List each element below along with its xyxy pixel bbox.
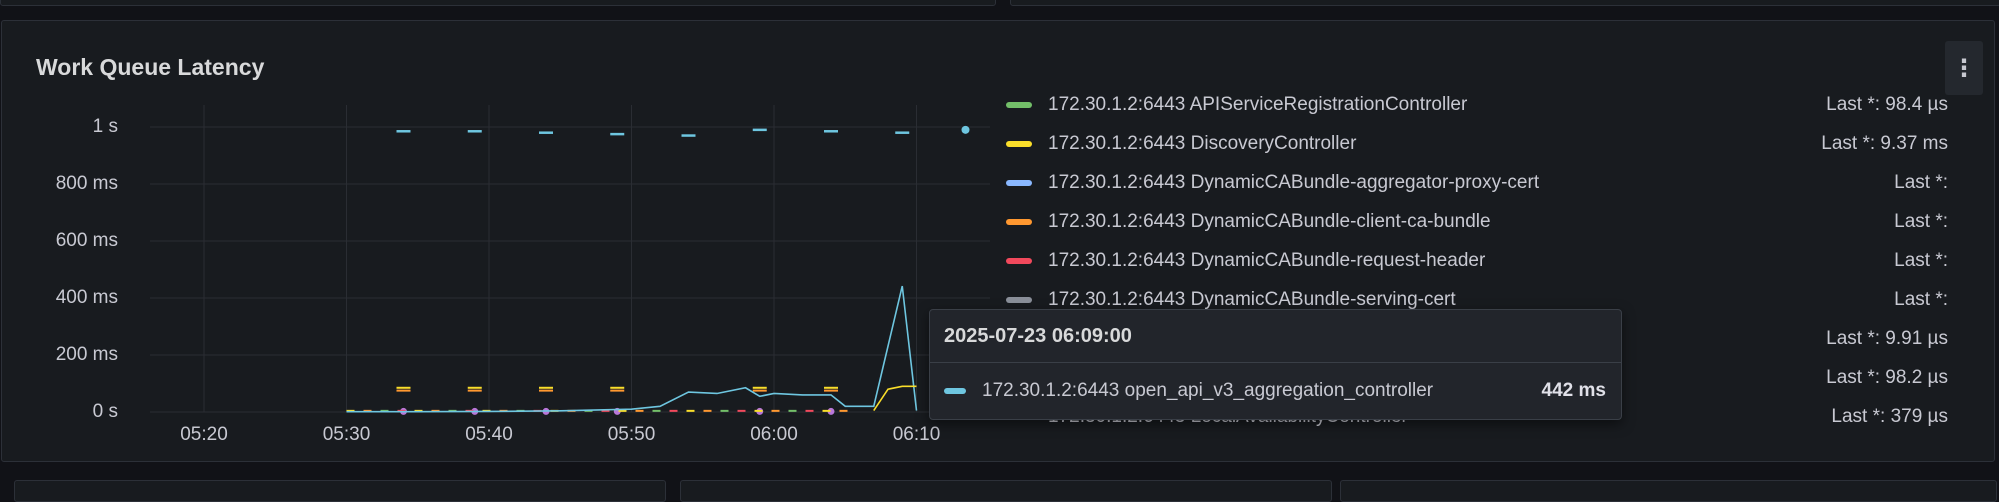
legend-last-value: Last *: [1894,250,1948,272]
x-tick-label: 05:20 [159,424,249,446]
tooltip-time: 2025-07-23 06:09:00 [944,325,1132,348]
legend-color-swatch [1006,219,1032,225]
series-line-discovery [874,386,917,410]
x-tick-label: 05:50 [587,424,677,446]
y-tick-label: 400 ms [0,287,118,309]
legend-color-swatch [1006,297,1032,303]
legend-item[interactable]: 172.30.1.2:6443 DynamicCABundle-aggregat… [1000,167,1948,199]
legend-last-value: Last *: [1894,289,1948,311]
legend-color-swatch [1006,258,1032,264]
legend-series-name: 172.30.1.2:6443 DynamicCABundle-serving-… [1048,289,1894,311]
y-tick-label: 800 ms [0,173,118,195]
x-tick-label: 06:00 [729,424,819,446]
legend-series-name: 172.30.1.2:6443 DynamicCABundle-request-… [1048,250,1894,272]
legend-color-swatch [1006,102,1032,108]
upper-series-point [962,126,970,134]
y-tick-label: 600 ms [0,230,118,252]
hover-tooltip: 2025-07-23 06:09:00 172.30.1.2:6443 open… [929,309,1622,420]
legend-item[interactable]: 172.30.1.2:6443 DynamicCABundle-request-… [1000,245,1948,277]
tooltip-row: 172.30.1.2:6443 open_api_v3_aggregation_… [944,380,1606,402]
legend-last-value: Last *: [1894,211,1948,233]
legend-last-value: Last *: 379 µs [1831,406,1948,428]
legend-last-value: Last *: 98.4 µs [1826,94,1948,116]
legend-series-name: 172.30.1.2:6443 DynamicCABundle-client-c… [1048,211,1894,233]
legend-last-value: Last *: [1894,172,1948,194]
legend-last-value: Last *: 98.2 µs [1826,367,1948,389]
y-tick-label: 0 s [0,401,118,423]
legend-series-name: 172.30.1.2:6443 DynamicCABundle-aggregat… [1048,172,1894,194]
x-tick-label: 05:30 [302,424,392,446]
tooltip-divider [930,362,1621,363]
legend-last-value: Last *: 9.37 ms [1821,133,1948,155]
legend-last-value: Last *: 9.91 µs [1826,328,1948,350]
x-tick-label: 06:10 [872,424,962,446]
tooltip-value: 442 ms [1542,380,1606,402]
series-color-swatch [944,388,966,394]
legend-color-swatch [1006,141,1032,147]
y-tick-label: 1 s [0,116,118,138]
legend-item[interactable]: 172.30.1.2:6443 APIServiceRegistrationCo… [1000,89,1948,121]
legend-series-name: 172.30.1.2:6443 APIServiceRegistrationCo… [1048,94,1826,116]
y-tick-label: 200 ms [0,344,118,366]
legend-color-swatch [1006,180,1032,186]
legend-item[interactable]: 172.30.1.2:6443 DynamicCABundle-client-c… [1000,206,1948,238]
legend-series-name: 172.30.1.2:6443 DiscoveryController [1048,133,1821,155]
x-tick-label: 05:40 [444,424,534,446]
legend-item[interactable]: 172.30.1.2:6443 DiscoveryControllerLast … [1000,128,1948,160]
tooltip-series-name: 172.30.1.2:6443 open_api_v3_aggregation_… [982,380,1542,402]
